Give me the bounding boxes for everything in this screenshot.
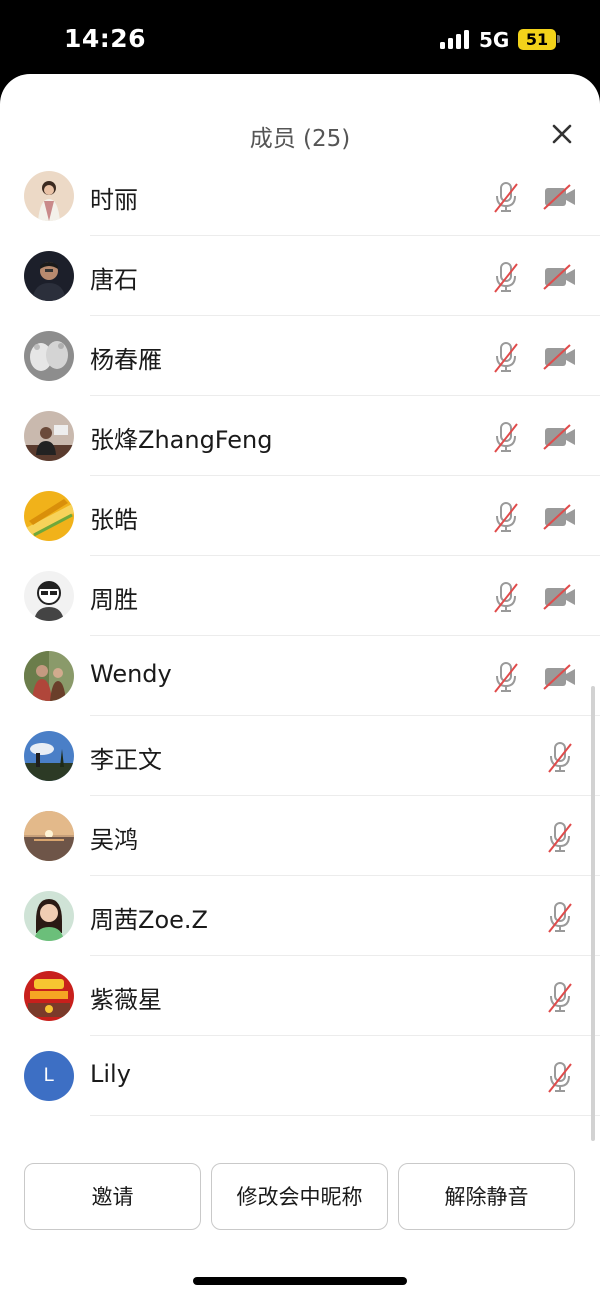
member-row[interactable]: L Lily <box>0 1036 600 1116</box>
camera-off-icon[interactable] <box>543 664 577 690</box>
battery-level: 51 <box>518 29 556 50</box>
member-name: 周胜 <box>90 586 138 614</box>
mic-muted-icon[interactable] <box>546 900 574 934</box>
row-divider <box>90 1115 600 1116</box>
member-row[interactable]: 李正文 <box>0 716 600 796</box>
avatar <box>24 891 74 941</box>
mic-muted-icon[interactable] <box>492 500 520 534</box>
avatar-initial: L <box>43 1065 55 1086</box>
home-indicator[interactable] <box>193 1277 407 1285</box>
member-row[interactable]: 时丽 <box>0 156 600 236</box>
invite-button[interactable]: 邀请 <box>24 1163 201 1230</box>
avatar <box>24 971 74 1021</box>
member-row[interactable]: 吴鸿 <box>0 796 600 876</box>
camera-off-icon[interactable] <box>543 584 577 610</box>
cellular-signal-icon <box>440 30 470 49</box>
member-name: 李正文 <box>90 746 162 774</box>
avatar <box>24 251 74 301</box>
member-row[interactable]: 周茜Zoe.Z <box>0 876 600 956</box>
rename-button[interactable]: 修改会中昵称 <box>211 1163 388 1230</box>
mic-muted-icon[interactable] <box>492 420 520 454</box>
member-name: 杨春雁 <box>90 346 162 374</box>
member-name: 张烽ZhangFeng <box>90 426 273 454</box>
mic-muted-icon[interactable] <box>546 1060 574 1094</box>
avatar <box>24 731 74 781</box>
member-name: 周茜Zoe.Z <box>90 906 208 934</box>
avatar <box>24 571 74 621</box>
member-row[interactable]: 张烽ZhangFeng <box>0 396 600 476</box>
avatar <box>24 491 74 541</box>
camera-off-icon[interactable] <box>543 424 577 450</box>
avatar: L <box>24 1051 74 1101</box>
member-row[interactable]: Wendy <box>0 636 600 716</box>
avatar <box>24 411 74 461</box>
member-row[interactable]: 张皓 <box>0 476 600 556</box>
mic-muted-icon[interactable] <box>546 820 574 854</box>
mic-muted-icon[interactable] <box>492 580 520 614</box>
network-type: 5G <box>479 28 510 52</box>
status-bar: 14:26 5G 51 <box>0 0 600 78</box>
close-icon[interactable] <box>546 118 578 150</box>
avatar <box>24 171 74 221</box>
mic-muted-icon[interactable] <box>492 660 520 694</box>
status-time: 14:26 <box>64 24 147 53</box>
mic-muted-icon[interactable] <box>492 260 520 294</box>
avatar <box>24 331 74 381</box>
avatar <box>24 651 74 701</box>
member-row[interactable]: 唐石 <box>0 236 600 316</box>
unmute-button[interactable]: 解除静音 <box>398 1163 575 1230</box>
camera-off-icon[interactable] <box>543 344 577 370</box>
member-name: Lily <box>90 1060 131 1088</box>
mic-muted-icon[interactable] <box>492 340 520 374</box>
scrollbar[interactable] <box>591 686 595 1141</box>
mic-muted-icon[interactable] <box>546 740 574 774</box>
sheet-title: 成员 (25) <box>249 126 351 152</box>
member-name: 张皓 <box>90 506 138 534</box>
camera-off-icon[interactable] <box>543 264 577 290</box>
member-name: 时丽 <box>90 186 138 214</box>
members-sheet: 成员 (25) 时丽 唐石 杨春雁 张烽ZhangFeng 张皓 周胜 Wend… <box>0 74 600 1298</box>
battery-tip-icon <box>557 35 560 43</box>
member-row[interactable]: 杨春雁 <box>0 316 600 396</box>
member-list: 时丽 唐石 杨春雁 张烽ZhangFeng 张皓 周胜 Wendy 李正文 吴鸿… <box>0 156 600 1116</box>
member-name: Wendy <box>90 660 172 688</box>
camera-off-icon[interactable] <box>543 184 577 210</box>
camera-off-icon[interactable] <box>543 504 577 530</box>
member-row[interactable]: 紫薇星 <box>0 956 600 1036</box>
mic-muted-icon[interactable] <box>546 980 574 1014</box>
member-name: 紫薇星 <box>90 986 162 1014</box>
mic-muted-icon[interactable] <box>492 180 520 214</box>
member-name: 吴鸿 <box>90 826 138 854</box>
member-row[interactable]: 周胜 <box>0 556 600 636</box>
avatar <box>24 811 74 861</box>
member-name: 唐石 <box>90 266 138 294</box>
